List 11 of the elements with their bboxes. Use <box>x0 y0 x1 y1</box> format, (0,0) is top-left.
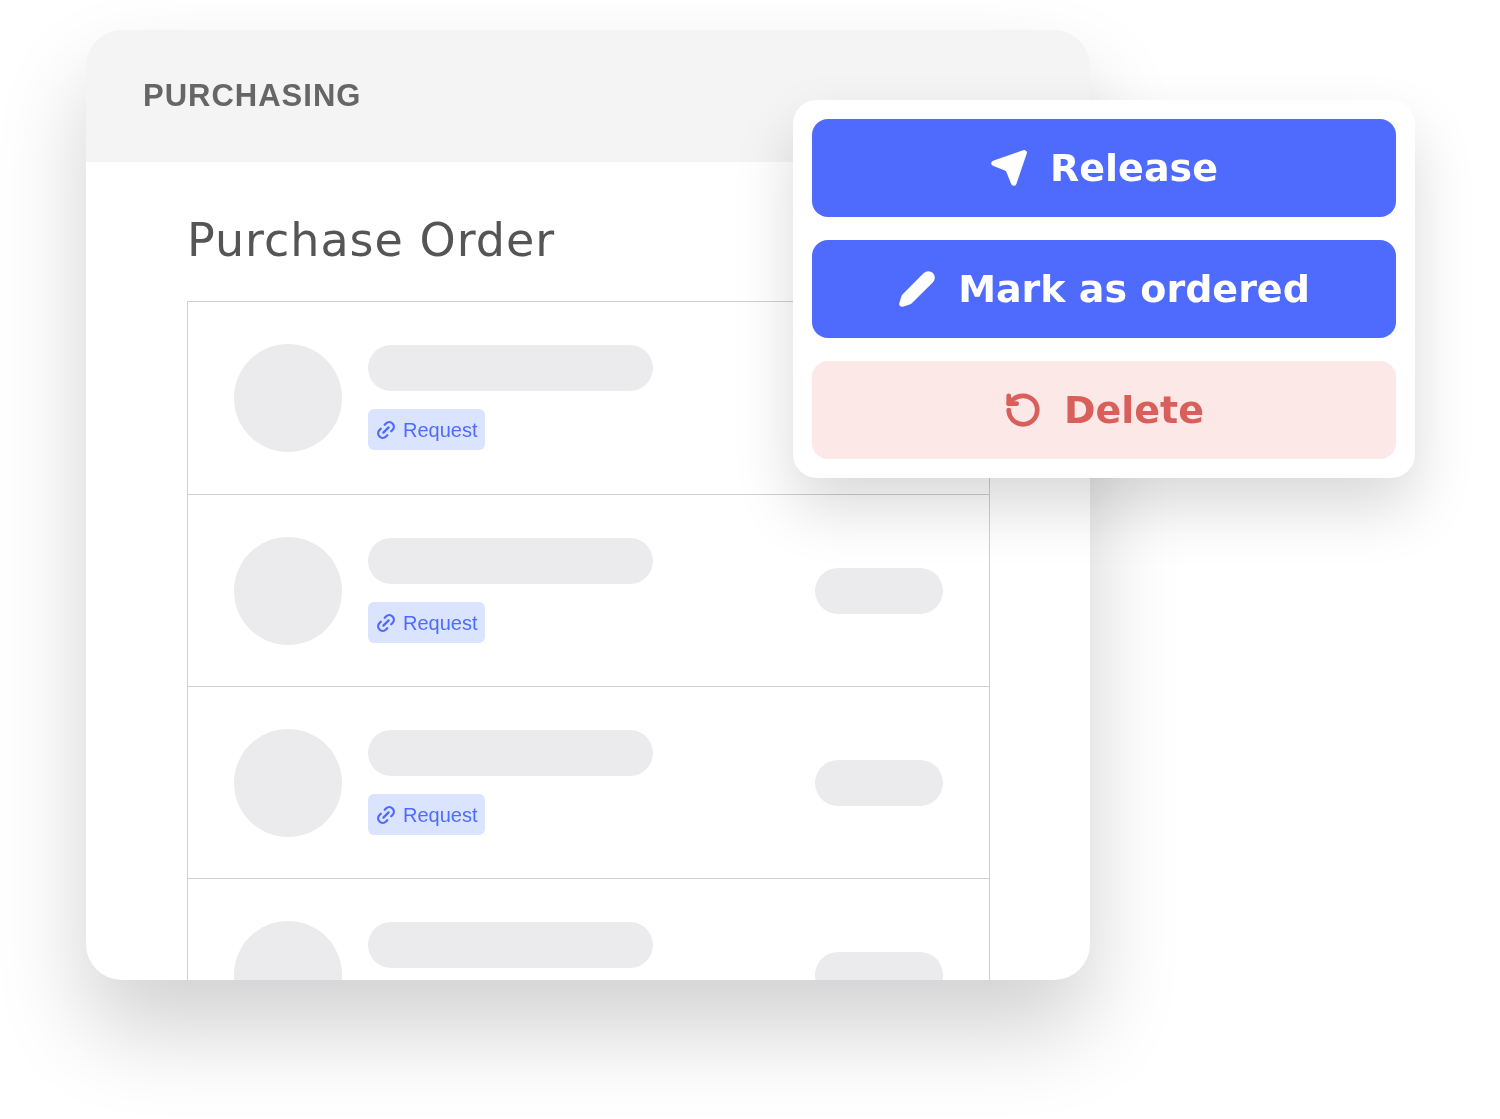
paper-plane-icon <box>990 149 1029 187</box>
page-title: Purchase Order <box>187 217 557 263</box>
action-button[interactable]: Release <box>812 119 1396 217</box>
action-button[interactable]: Mark as ordered <box>812 240 1396 338</box>
section-title: PURCHASING <box>143 76 362 115</box>
request-tag[interactable]: Request <box>368 409 485 450</box>
pencil-icon <box>898 270 937 308</box>
undo-icon <box>1003 391 1042 429</box>
request-tag[interactable]: Request <box>368 794 485 835</box>
request-tag[interactable]: Request <box>368 602 485 643</box>
delete-button[interactable]: Delete <box>812 361 1396 459</box>
